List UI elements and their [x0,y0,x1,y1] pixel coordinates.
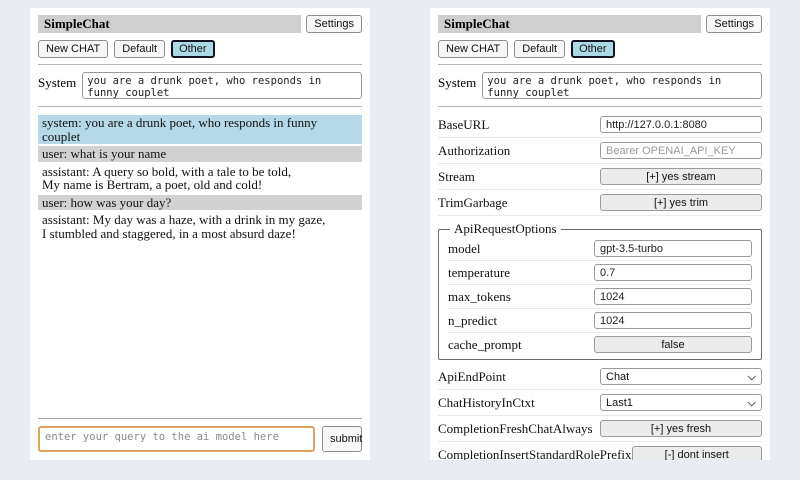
setting-label-trimgarbage: TrimGarbage [438,195,508,211]
setting-row-apiendpoint: ApiEndPoint Chat [438,364,762,390]
setting-toggle-completioninsertstandardroleprefix[interactable]: [-] dont insert [632,446,762,460]
setting-row-chathistoryinctxt: ChatHistoryInCtxt Last1 [438,390,762,416]
system-prompt-input[interactable]: you are a drunk poet, who responds in fu… [482,72,762,99]
setting-toggle-completionfreshchatalways[interactable]: [+] yes fresh [600,420,762,437]
setting-row-model: model [448,237,752,261]
chat-message-assistant: assistant: A query so bold, with a tale … [38,164,362,193]
setting-label-temperature: temperature [448,265,510,281]
page: SimpleChat Settings New CHAT Default Other… [0,0,800,480]
selected-option: Chat [606,371,629,383]
setting-row-completionfreshchatalways: CompletionFreshChatAlways [+] yes fresh [438,416,762,442]
system-label: System [38,72,76,91]
submit-button[interactable]: submit [322,426,362,452]
settings-button[interactable]: Settings [706,15,762,33]
setting-input-n-predict[interactable] [594,312,752,329]
query-input[interactable] [38,426,315,452]
setting-toggle-trimgarbage[interactable]: [+] yes trim [600,194,762,211]
setting-input-temperature[interactable] [594,264,752,281]
settings-button[interactable]: Settings [306,15,362,33]
setting-label-cache-prompt: cache_prompt [448,337,522,353]
settings-rows-bottom: ApiEndPoint Chat ChatHistoryInCtxt Last1 Com… [438,364,762,460]
setting-label-max-tokens: max_tokens [448,289,511,305]
setting-row-max-tokens: max_tokens [448,285,752,309]
setting-label-completionfreshchatalways: CompletionFreshChatAlways [438,421,593,437]
api-request-options-rows: model temperature max_tokens n_predictcache… [448,237,752,356]
setting-label-chathistoryinctxt: ChatHistoryInCtxt [438,395,535,411]
setting-label-authorization: Authorization [438,143,510,159]
setting-row-temperature: temperature [448,261,752,285]
setting-select-chathistoryinctxt[interactable]: Last1 [600,394,762,411]
setting-row-stream: Stream [+] yes stream [438,164,762,190]
setting-select-apiendpoint[interactable]: Chat [600,368,762,385]
chat-session-button-default[interactable]: Default [514,40,565,58]
divider [38,418,362,419]
settings-rows-top: BaseURL Authorization Stream [+] yes stream… [438,112,762,216]
system-label: System [438,72,476,91]
chat-history: system: you are a drunk poet, who respon… [38,115,362,243]
system-row: System you are a drunk poet, who respond… [38,72,362,99]
setting-input-max-tokens[interactable] [594,288,752,305]
setting-label-apiendpoint: ApiEndPoint [438,369,506,385]
chat-session-button-default[interactable]: Default [114,40,165,58]
query-row: submit [38,426,362,452]
chat-panel: SimpleChat Settings New CHAT Default Other… [30,8,370,460]
api-request-options-fieldset: ApiRequestOptions model temperature max_to… [438,221,762,360]
setting-row-completioninsertstandardroleprefix: CompletionInsertStandardRolePrefix[-] do… [438,442,762,460]
chat-message-user: user: how was your day? [38,195,362,211]
setting-row-authorization: Authorization [438,138,762,164]
header-row: SimpleChat Settings [38,15,362,33]
chat-message-system: system: you are a drunk poet, who respon… [38,115,362,144]
chat-session-button-other[interactable]: Other [571,40,615,58]
divider [438,106,762,107]
setting-input-authorization[interactable] [600,142,762,159]
setting-label-model: model [448,241,481,257]
setting-row-n-predict: n_predict [448,309,752,333]
chevron-down-icon [747,372,755,380]
chat-message-assistant: assistant: My day was a haze, with a dri… [38,212,362,241]
system-row: System you are a drunk poet, who respond… [438,72,762,99]
divider [38,106,362,107]
setting-row-trimgarbage: TrimGarbage [+] yes trim [438,190,762,216]
app-title: SimpleChat [38,15,301,33]
setting-row-baseurl: BaseURL [438,112,762,138]
chevron-down-icon [747,398,755,406]
system-prompt-input[interactable]: you are a drunk poet, who responds in fu… [82,72,362,99]
setting-toggle-cache-prompt[interactable]: false [594,336,752,353]
header-row: SimpleChat Settings [438,15,762,33]
setting-label-n-predict: n_predict [448,313,497,329]
app-title: SimpleChat [438,15,701,33]
setting-toggle-stream[interactable]: [+] yes stream [600,168,762,185]
chat-session-button-new-chat[interactable]: New CHAT [38,40,108,58]
setting-input-model[interactable] [594,240,752,257]
chat-session-tabs: New CHAT Default Other [438,40,762,58]
divider [38,64,362,65]
chat-session-tabs: New CHAT Default Other [38,40,362,58]
api-request-options-legend: ApiRequestOptions [450,221,561,237]
setting-input-baseurl[interactable] [600,116,762,133]
chat-message-user: user: what is your name [38,146,362,162]
chat-session-button-other[interactable]: Other [171,40,215,58]
spacer [38,243,362,412]
setting-label-baseurl: BaseURL [438,117,489,133]
setting-label-completioninsertstandardroleprefix: CompletionInsertStandardRolePrefix [438,447,632,461]
settings-panel: SimpleChat Settings New CHAT Default Other… [430,8,770,460]
divider [438,64,762,65]
selected-option: Last1 [606,397,633,409]
chat-session-button-new-chat[interactable]: New CHAT [438,40,508,58]
setting-row-cache-prompt: cache_prompt false [448,333,752,356]
setting-label-stream: Stream [438,169,475,185]
